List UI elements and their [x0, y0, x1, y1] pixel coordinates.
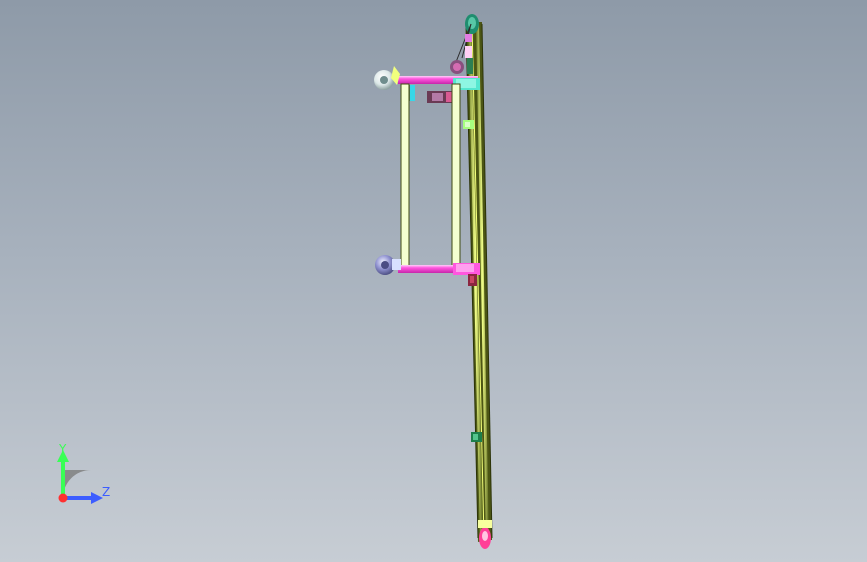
upper-label-plate[interactable]: [427, 91, 455, 103]
bottom-tail-bracket[interactable]: [478, 520, 492, 528]
origin-point: [58, 493, 68, 503]
bottom-roller[interactable]: [479, 527, 491, 549]
assembly-drawing[interactable]: [0, 0, 867, 562]
z-axis-label: Z: [102, 485, 111, 499]
frame-vertical-right[interactable]: [451, 83, 461, 269]
lower-bracket[interactable]: [471, 432, 482, 442]
y-axis-label: Y: [59, 442, 67, 456]
mid-bracket[interactable]: [463, 120, 474, 129]
frame-vertical-left[interactable]: [400, 83, 410, 269]
cad-viewport[interactable]: Y Z: [0, 0, 867, 562]
top-roller[interactable]: [465, 14, 479, 34]
triad-arc: [63, 470, 91, 498]
lower-support-arm[interactable]: [375, 255, 480, 286]
